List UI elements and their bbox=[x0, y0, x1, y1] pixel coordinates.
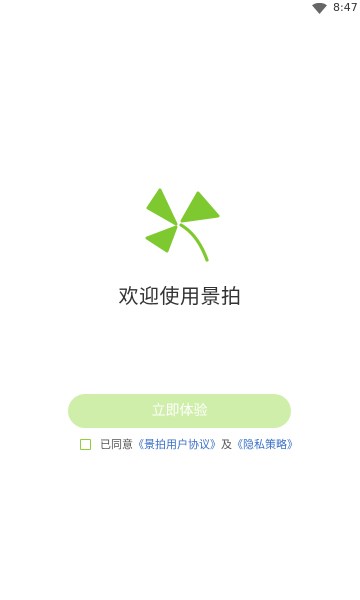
user-agreement-link[interactable]: 《景拍用户协议》 bbox=[133, 436, 221, 452]
clover-logo-icon bbox=[145, 188, 220, 262]
agreement-prefix: 已同意 bbox=[100, 438, 133, 451]
wifi-icon bbox=[312, 3, 327, 14]
privacy-policy-link[interactable]: 《隐私策略》 bbox=[232, 436, 298, 452]
agreement-row: 已同意 《景拍用户协议》 及 《隐私策略》 bbox=[80, 436, 298, 452]
status-bar: 8:47 bbox=[0, 0, 360, 18]
start-experience-button[interactable]: 立即体验 bbox=[68, 394, 291, 428]
agreement-connector: 及 bbox=[221, 438, 232, 451]
welcome-title: 欢迎使用景拍 bbox=[118, 284, 242, 308]
status-time: 8:47 bbox=[333, 1, 358, 14]
agree-checkbox[interactable] bbox=[80, 438, 91, 450]
